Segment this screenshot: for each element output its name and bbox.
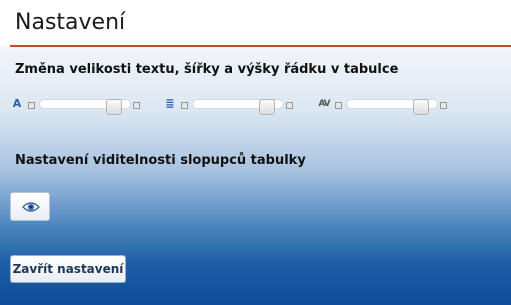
font-size-icon: A (12, 97, 22, 110)
title-bar: Nastavení (0, 0, 511, 46)
font-size-slider-handle[interactable] (106, 99, 122, 115)
row-height-slider[interactable] (346, 99, 438, 115)
title-divider (10, 45, 511, 47)
column-width-icon: ≣ (165, 97, 175, 110)
size-section-title: Změna velikosti textu, šířky a výšky řád… (15, 62, 399, 77)
footer-divider (0, 243, 511, 244)
settings-panel: Nastavení Změna velikosti textu, šířky a… (0, 0, 511, 305)
increase-row-height-button[interactable] (440, 102, 447, 109)
close-settings-button[interactable]: Zavřít nastavení (10, 255, 126, 283)
font-size-slider[interactable] (39, 99, 131, 115)
eye-icon (22, 202, 40, 212)
column-width-slider-handle[interactable] (259, 99, 275, 115)
decrease-font-size-button[interactable] (28, 102, 35, 109)
decrease-column-width-button[interactable] (181, 102, 188, 109)
increase-column-width-button[interactable] (286, 102, 293, 109)
visibility-section-title: Nastavení viditelnosti slopupců tabulky (15, 153, 306, 168)
page-title: Nastavení (15, 10, 126, 35)
row-height-icon: AV (318, 99, 330, 109)
column-width-slider[interactable] (192, 99, 284, 115)
decrease-row-height-button[interactable] (335, 102, 342, 109)
column-visibility-button[interactable] (10, 192, 50, 221)
row-height-slider-handle[interactable] (413, 99, 429, 115)
increase-font-size-button[interactable] (133, 102, 140, 109)
